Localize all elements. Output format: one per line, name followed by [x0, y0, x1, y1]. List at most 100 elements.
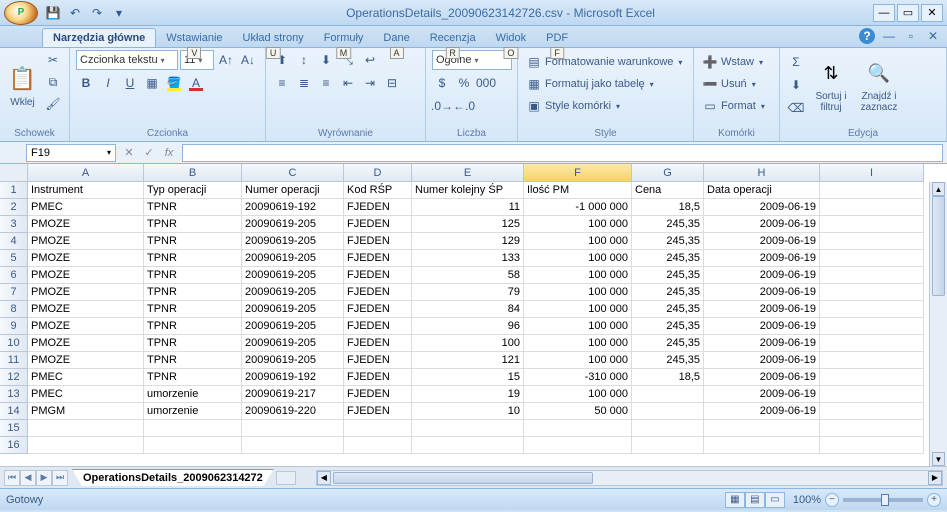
cell[interactable]: 2009-06-19	[704, 318, 820, 335]
cell[interactable]: -310 000	[524, 369, 632, 386]
cell[interactable]: -1 000 000	[524, 199, 632, 216]
restore-button[interactable]: ▭	[897, 4, 919, 22]
cell[interactable]: TPNR	[144, 233, 242, 250]
cell[interactable]: 20090619-205	[242, 335, 344, 352]
cells-area[interactable]: InstrumentTyp operacjiNumer operacjiKod …	[28, 182, 929, 466]
find-select-button[interactable]: 🔍 Znajdź i zaznacz	[856, 50, 902, 120]
cell[interactable]	[412, 420, 524, 437]
enter-formula-icon[interactable]: ✓	[140, 144, 158, 162]
cell[interactable]: 2009-06-19	[704, 301, 820, 318]
cell[interactable]	[820, 267, 924, 284]
cell[interactable]: Ilość PM	[524, 182, 632, 199]
col-header-C[interactable]: C	[242, 164, 344, 182]
name-box[interactable]: F19▾	[26, 144, 116, 162]
cell[interactable]	[820, 318, 924, 335]
align-right-icon[interactable]: ≡	[316, 73, 336, 93]
cell-styles-button[interactable]: ▣Style komórki▾	[524, 96, 622, 116]
tab-recenzja[interactable]: RecenzjaR	[420, 29, 486, 47]
clear-icon[interactable]: ⌫	[786, 98, 806, 118]
cell[interactable]: 100 000	[524, 301, 632, 318]
currency-icon[interactable]: $	[432, 73, 452, 93]
cell[interactable]: 50 000	[524, 403, 632, 420]
fill-icon[interactable]: ⬇	[786, 75, 806, 95]
col-header-E[interactable]: E	[412, 164, 524, 182]
cell[interactable]: 84	[412, 301, 524, 318]
cell[interactable]: 245,35	[632, 352, 704, 369]
cell[interactable]: Kod RŚP	[344, 182, 412, 199]
cell[interactable]: 20090619-205	[242, 352, 344, 369]
row-header-14[interactable]: 14	[0, 403, 28, 420]
format-painter-icon[interactable]: 🖌	[43, 94, 63, 114]
shrink-font-icon[interactable]: A↓	[238, 50, 258, 70]
cell[interactable]: 245,35	[632, 216, 704, 233]
bold-button[interactable]: B	[76, 73, 96, 93]
font-color-button[interactable]: A	[186, 73, 206, 93]
cell[interactable]: Numer operacji	[242, 182, 344, 199]
cell[interactable]: PMEC	[28, 369, 144, 386]
tab-układ-strony[interactable]: Układ stronyU	[233, 29, 314, 47]
horizontal-scrollbar[interactable]: ◀ ▶	[316, 470, 943, 486]
col-header-G[interactable]: G	[632, 164, 704, 182]
sheet-tab[interactable]: OperationsDetails_2009062314272	[72, 469, 274, 486]
row-header-11[interactable]: 11	[0, 352, 28, 369]
row-headers[interactable]: 12345678910111213141516	[0, 182, 28, 466]
format-button[interactable]: ▭Format▾	[700, 96, 767, 116]
grow-font-icon[interactable]: A↑	[216, 50, 236, 70]
tab-formuły[interactable]: FormułyM	[314, 29, 374, 47]
page-break-view-icon[interactable]: ▭	[765, 492, 785, 508]
col-header-H[interactable]: H	[704, 164, 820, 182]
cell[interactable]: Typ operacji	[144, 182, 242, 199]
restore-window-icon[interactable]: ▫	[903, 28, 919, 44]
cell[interactable]: PMOZE	[28, 352, 144, 369]
cell[interactable]	[242, 437, 344, 454]
cell[interactable]: 100 000	[524, 386, 632, 403]
cell[interactable]: 2009-06-19	[704, 386, 820, 403]
cell[interactable]: FJEDEN	[344, 267, 412, 284]
cell[interactable]: 18,5	[632, 369, 704, 386]
cell[interactable]: Data operacji	[704, 182, 820, 199]
cell[interactable]: 2009-06-19	[704, 250, 820, 267]
cell[interactable]	[704, 437, 820, 454]
row-header-7[interactable]: 7	[0, 284, 28, 301]
conditional-formatting-button[interactable]: ▤Formatowanie warunkowe▾	[524, 52, 684, 72]
paste-button[interactable]: 📋 Wklej	[6, 50, 39, 120]
delete-button[interactable]: ➖Usuń▾	[700, 74, 758, 94]
cell[interactable]: TPNR	[144, 301, 242, 318]
cell[interactable]: 2009-06-19	[704, 284, 820, 301]
cell[interactable]: 20090619-217	[242, 386, 344, 403]
scroll-thumb[interactable]	[932, 196, 945, 296]
cell[interactable]: FJEDEN	[344, 233, 412, 250]
cell[interactable]: 100 000	[524, 216, 632, 233]
cell[interactable]	[820, 420, 924, 437]
cell[interactable]: 20090619-205	[242, 301, 344, 318]
cell[interactable]: TPNR	[144, 216, 242, 233]
cell[interactable]: Numer kolejny ŚP	[412, 182, 524, 199]
spreadsheet-grid[interactable]: ABCDEFGHI 12345678910111213141516 Instru…	[0, 164, 947, 466]
cell[interactable]: PMOZE	[28, 250, 144, 267]
cell[interactable]	[704, 420, 820, 437]
cell[interactable]: FJEDEN	[344, 250, 412, 267]
underline-button[interactable]: U	[120, 73, 140, 93]
row-header-3[interactable]: 3	[0, 216, 28, 233]
cell[interactable]	[144, 437, 242, 454]
cell[interactable]: PMEC	[28, 199, 144, 216]
number-format-combo[interactable]: Ogólne▾	[432, 50, 512, 70]
cell[interactable]: 2009-06-19	[704, 335, 820, 352]
cell[interactable]	[632, 386, 704, 403]
cell[interactable]: 20090619-205	[242, 284, 344, 301]
cell[interactable]: Instrument	[28, 182, 144, 199]
cell[interactable]	[524, 437, 632, 454]
help-icon[interactable]: ?	[859, 28, 875, 44]
cell[interactable]: 11	[412, 199, 524, 216]
row-header-6[interactable]: 6	[0, 267, 28, 284]
format-as-table-button[interactable]: ▦Formatuj jako tabelę▾	[524, 74, 656, 94]
copy-icon[interactable]: ⧉	[43, 72, 63, 92]
cell[interactable]	[820, 386, 924, 403]
increase-indent-icon[interactable]: ⇥	[360, 73, 380, 93]
cell[interactable]: 20090619-192	[242, 369, 344, 386]
close-button[interactable]: ✕	[921, 4, 943, 22]
row-header-16[interactable]: 16	[0, 437, 28, 454]
cell[interactable]: TPNR	[144, 335, 242, 352]
cell[interactable]: PMOZE	[28, 335, 144, 352]
increase-decimal-icon[interactable]: .0→	[432, 96, 452, 116]
